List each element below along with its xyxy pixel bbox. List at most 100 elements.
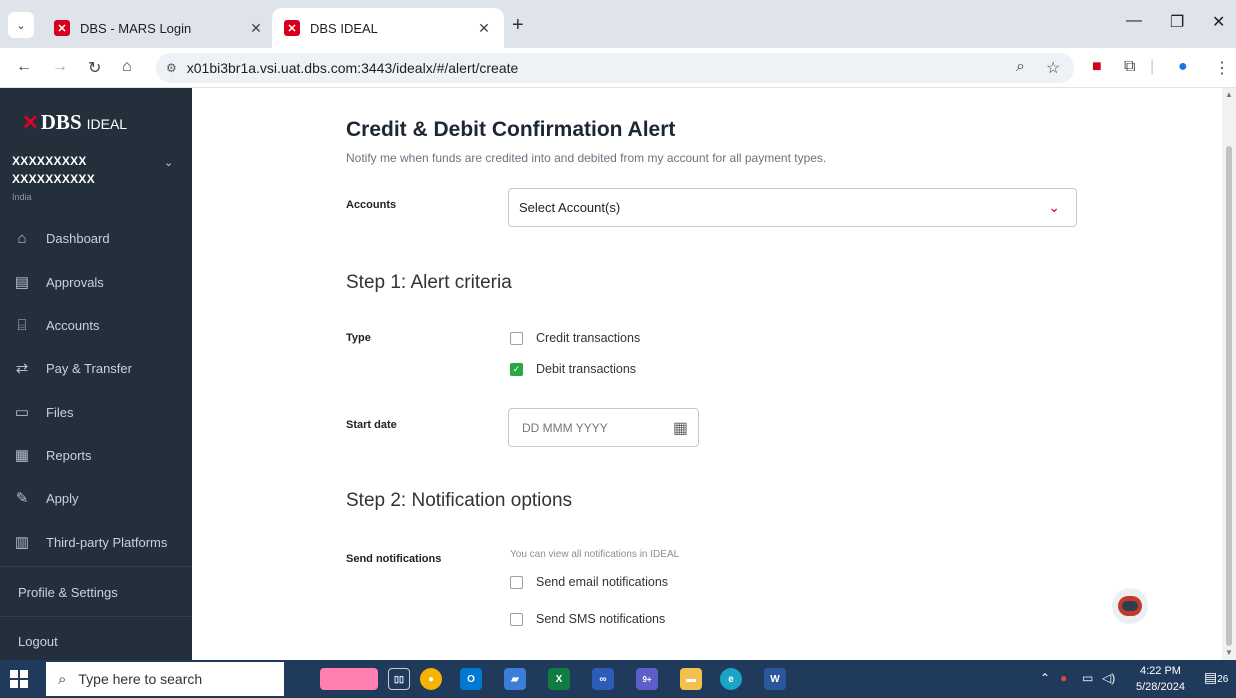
widgets-candy-icon[interactable] [320, 668, 378, 690]
debit-transactions-checkbox-row[interactable]: ✓ Debit transactions [510, 362, 636, 376]
extensions-puzzle-icon[interactable]: ⧉ [1124, 58, 1135, 76]
send-notifications-label: Send notifications [346, 553, 442, 565]
chatbot-face [1122, 601, 1138, 611]
sidebar-item-third-party-platforms[interactable]: ▥ Third-party Platforms [0, 520, 192, 564]
url-field[interactable]: ⚙ x01bi3br1a.vsi.uat.dbs.com:3443/idealx… [156, 53, 1074, 83]
windows-start-icon[interactable] [10, 670, 28, 688]
scroll-up-arrow-icon[interactable]: ▲ [1225, 90, 1233, 99]
sidebar-item-label: Reports [46, 447, 92, 463]
email-notifications-checkbox[interactable] [510, 575, 523, 589]
notification-count: 26 [1217, 674, 1229, 685]
transfer-icon: ⇄ [15, 360, 29, 377]
debit-transactions-label: Debit transactions [536, 362, 637, 376]
bookmark-star-icon[interactable]: ☆ [1046, 58, 1060, 78]
extension-icon[interactable]: ■ [1092, 58, 1102, 76]
sidebar-item-reports[interactable]: ▦ Reports [0, 433, 192, 477]
credit-transactions-checkbox-row[interactable]: Credit transactions [510, 331, 640, 345]
site-settings-icon[interactable]: ⚙ [166, 61, 177, 75]
chatbot-icon[interactable] [1112, 588, 1148, 624]
debit-transactions-checkbox[interactable]: ✓ [510, 362, 523, 376]
logo-ideal-text: IDEAL [86, 116, 128, 132]
scroll-down-arrow-icon[interactable]: ▼ [1225, 648, 1233, 657]
email-notifications-checkbox-row[interactable]: Send email notifications [510, 575, 668, 589]
remote-desktop-icon[interactable]: ▰ [504, 668, 526, 690]
accounts-select[interactable]: Select Account(s) ⌄ [508, 188, 1077, 227]
page-title: Credit & Debit Confirmation Alert [346, 118, 676, 141]
forward-arrow-icon[interactable]: → [52, 58, 68, 76]
sms-notifications-checkbox-row[interactable]: Send SMS notifications [510, 612, 665, 626]
restore-button[interactable]: ❐ [1170, 12, 1184, 32]
browser-menu-icon[interactable]: ⋮ [1214, 58, 1230, 78]
account-country: India [12, 192, 32, 202]
tab-search-button[interactable]: ⌄ [8, 12, 34, 38]
start-date-placeholder: DD MMM YYYY [522, 420, 608, 435]
task-view-icon[interactable]: ▯▯ [388, 668, 410, 690]
outlook-icon[interactable]: O [460, 668, 482, 690]
reload-icon[interactable]: ↻ [88, 58, 101, 78]
step2-heading: Step 2: Notification options [346, 490, 573, 511]
sidebar-profile-settings[interactable]: Profile & Settings [18, 585, 118, 600]
page-scrollbar[interactable]: ▲ ▼ [1222, 88, 1236, 660]
webex-icon[interactable]: ∞ [592, 668, 614, 690]
home-icon[interactable]: ⌂ [122, 58, 132, 76]
chatbot-head [1118, 596, 1142, 616]
sms-notifications-label: Send SMS notifications [536, 612, 666, 626]
dbs-ideal-logo[interactable]: ✕ DBS IDEAL [22, 110, 127, 135]
page-subtitle: Notify me when funds are credited into a… [346, 151, 827, 165]
account-name-line2[interactable]: XXXXXXXXXX [12, 172, 95, 186]
sidebar-item-apply[interactable]: ✎ Apply [0, 476, 192, 520]
sidebar-item-accounts[interactable]: ⌸ Accounts [0, 303, 192, 347]
reports-icon: ▦ [14, 447, 30, 464]
step1-heading: Step 1: Alert criteria [346, 272, 512, 293]
sidebar-item-label: Pay & Transfer [46, 360, 132, 376]
clock-time: 4:22 PM [1139, 665, 1181, 677]
zoom-icon[interactable]: ⌕ [1016, 58, 1025, 76]
taskbar-search-box[interactable]: ⌕ Type here to search [46, 662, 284, 696]
new-tab-button[interactable]: + [512, 14, 524, 37]
account-name-line1[interactable]: XXXXXXXXX [12, 154, 87, 168]
minimize-button[interactable]: — [1126, 12, 1142, 30]
word-icon[interactable]: W [764, 668, 786, 690]
file-explorer-icon[interactable]: ▬ [680, 668, 702, 690]
tray-app-icon[interactable]: ● [1060, 671, 1067, 685]
taskbar-search-placeholder: Type here to search [78, 671, 203, 687]
close-window-button[interactable]: ✕ [1212, 12, 1225, 32]
back-arrow-icon[interactable]: ← [16, 58, 32, 76]
excel-icon[interactable]: X [548, 668, 570, 690]
credit-transactions-label: Credit transactions [536, 331, 641, 345]
tab-dbs-ideal[interactable]: ✕ DBS IDEAL ✕ [272, 8, 504, 48]
sidebar-divider [0, 616, 192, 617]
scrollbar-thumb[interactable] [1226, 146, 1232, 646]
edge-icon[interactable]: e [720, 668, 742, 690]
tray-chevron-up-icon[interactable]: ⌃ [1040, 671, 1050, 685]
file-icon: ▭ [14, 404, 30, 421]
chevron-down-icon[interactable]: ⌄ [164, 156, 173, 169]
teams-icon[interactable]: 9+ [636, 668, 658, 690]
chrome-icon[interactable]: ● [420, 668, 442, 690]
windows-taskbar: ⌕ Type here to search ▯▯ ● O ▰ X ∞ 9+ ▬ … [0, 660, 1236, 698]
sidebar-item-dashboard[interactable]: ⌂ Dashboard [0, 216, 192, 260]
main-content: Credit & Debit Confirmation Alert Notify… [192, 88, 1222, 660]
credit-transactions-checkbox[interactable] [510, 331, 523, 345]
sidebar-item-approvals[interactable]: ▤ Approvals [0, 260, 192, 304]
volume-icon[interactable]: ◁) [1102, 671, 1115, 685]
sidebar-logout[interactable]: Logout [18, 634, 58, 649]
notification-center-icon[interactable]: ▤26 [1204, 669, 1228, 686]
tab-title: DBS IDEAL [310, 20, 378, 36]
close-icon[interactable]: ✕ [472, 20, 496, 37]
tab-title: DBS - MARS Login [80, 20, 192, 36]
taskbar-clock[interactable]: 4:22 PM 5/28/2024 [1136, 663, 1185, 695]
close-icon[interactable]: ✕ [244, 20, 268, 37]
sms-notifications-checkbox[interactable] [510, 612, 523, 626]
tab-mars-login[interactable]: ✕ DBS - MARS Login ✕ [44, 8, 276, 48]
url-text: x01bi3br1a.vsi.uat.dbs.com:3443/idealx/#… [186, 60, 519, 76]
calendar-icon[interactable]: ▦ [673, 418, 688, 438]
accounts-label: Accounts [346, 199, 397, 211]
sidebar-item-label: Apply [46, 490, 79, 506]
sidebar-divider [0, 566, 192, 567]
start-date-field[interactable]: DD MMM YYYY ▦ [508, 408, 699, 447]
profile-avatar-icon[interactable]: ● [1178, 58, 1188, 76]
sidebar-item-files[interactable]: ▭ Files [0, 390, 192, 434]
sidebar-item-pay-transfer[interactable]: ⇄ Pay & Transfer [0, 346, 192, 390]
network-icon[interactable]: ▭ [1082, 671, 1093, 685]
